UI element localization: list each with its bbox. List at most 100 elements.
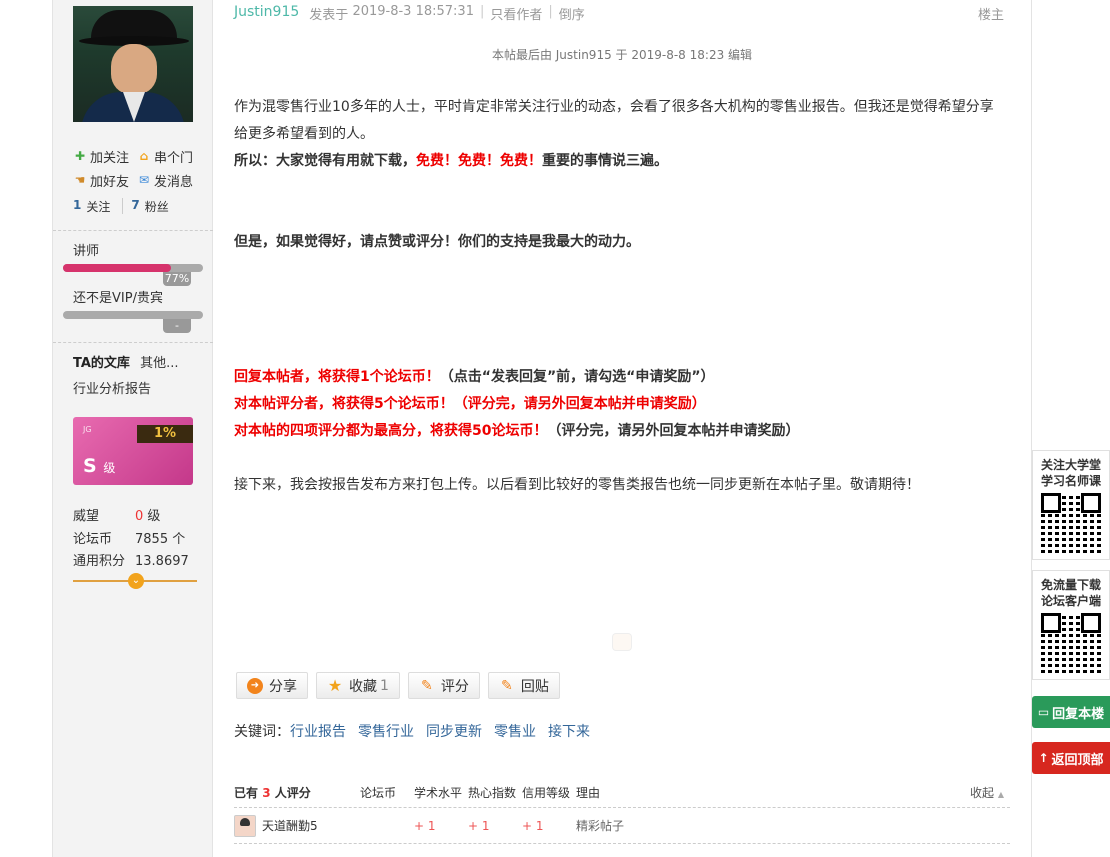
text-span: 人评分 <box>274 786 311 800</box>
keywords-label: 关键词： <box>234 724 290 740</box>
table-row: 天道酬勤5 + 1 + 1 + 1 精彩帖子 <box>234 808 1010 844</box>
post-content: 作为混零售行业10多年的人士，平时肯定非常关注行业的动态，会看了很多各大机构的零… <box>234 94 1004 499</box>
card-grade: S 级 <box>83 455 115 477</box>
library-more-link[interactable]: 其他... <box>140 356 178 371</box>
visit-button[interactable]: ⌂ 串个门 <box>137 147 193 166</box>
post-paragraph: 作为混零售行业10多年的人士，平时肯定非常关注行业的动态，会看了很多各大机构的零… <box>234 99 994 142</box>
text-span: 已有 <box>234 786 259 800</box>
reward-line: 回复本帖者，将获得1个论坛币！（点击“发表回复”前，请勾选“申请奖励”） <box>234 364 1004 391</box>
share-icon: ➜ <box>247 677 263 694</box>
keyword-link[interactable]: 接下来 <box>548 721 590 741</box>
rating-summary: 已有 3 人评分 <box>234 784 360 801</box>
chevron-down-icon[interactable]: ⌄ <box>128 573 144 589</box>
rating-table: 已有 3 人评分 论坛币 学术水平 热心指数 信用等级 理由 收起 ▲ 天道酬勤… <box>234 778 1010 844</box>
reply-floor-label: 回复本楼 <box>1052 706 1105 722</box>
post-paragraph: 接下来，我会按报告发布方来打包上传。以后看到比较好的零售类报告也统一同步更新在本… <box>234 477 920 493</box>
star-icon: ★ <box>327 675 343 695</box>
follow-button[interactable]: ✚ 加关注 <box>73 147 129 166</box>
rating-count: 3 <box>262 786 271 800</box>
vip-progress-pct: - <box>163 319 191 333</box>
stat-key: 威望 <box>73 509 100 524</box>
collapse-button[interactable]: 收起 ▲ <box>970 784 1004 801</box>
add-friend-button[interactable]: ☚ 加好友 <box>73 171 129 190</box>
stat-unit: 个 <box>172 531 186 547</box>
share-label: 分享 <box>269 678 297 695</box>
back-to-top-label: 返回顶部 <box>1051 752 1104 768</box>
keyword-link[interactable]: 零售行业 <box>358 721 414 741</box>
favorite-label: 收藏 <box>349 678 377 695</box>
handshake-icon: ☚ <box>74 173 86 187</box>
vip-label: 还不是VIP/贵宾 <box>73 291 163 306</box>
post-paragraph: 所以：大家觉得有用就下载，免费！免费！免费！重要的事情说三遍。 <box>234 148 1004 175</box>
level-progress-pct: 77% <box>163 272 191 286</box>
follow-counts: 1 关注 7 粉丝 <box>73 198 169 215</box>
stat-row: 通用积分 13.8697 <box>73 551 189 574</box>
author-name[interactable]: Justin915 <box>234 4 299 23</box>
keywords: 关键词： 行业报告 零售行业 同步更新 零售业 接下来 <box>234 721 602 741</box>
library-header: TA的文库 其他... <box>73 352 178 371</box>
keyword-link[interactable]: 行业报告 <box>290 721 346 741</box>
reply-label: 回贴 <box>520 678 549 695</box>
stat-value: 13.8697 <box>135 554 189 569</box>
add-friend-label: 加好友 <box>90 174 130 190</box>
divider <box>53 230 213 231</box>
favorite-button[interactable]: ★ 收藏 1 <box>316 672 400 699</box>
level-progress-fill <box>63 264 171 272</box>
stat-row: 威望 0 级 <box>73 506 189 529</box>
reply-floor-button[interactable]: ▭ 回复本楼 <box>1032 696 1110 728</box>
divider <box>53 342 213 343</box>
stat-row: 论坛币 7855 个 <box>73 529 189 552</box>
post-actions: ➜ 分享 ★ 收藏 1 ✎ 评分 ✎ 回贴 <box>236 672 568 699</box>
rater-name: 天道酬勤5 <box>262 819 318 833</box>
qr-box-course[interactable]: 关注大学堂学习名师课 <box>1032 450 1110 560</box>
share-button[interactable]: ➜ 分享 <box>236 672 308 699</box>
academic-score: + 1 <box>414 818 436 833</box>
reverse-order-link[interactable]: 倒序 <box>559 4 585 23</box>
fans-label[interactable]: 粉丝 <box>145 198 169 215</box>
message-label: 发消息 <box>154 174 194 190</box>
visit-label: 串个门 <box>154 150 194 166</box>
rating-reason: 精彩帖子 <box>576 819 625 833</box>
floor-label: 楼主 <box>977 8 1004 23</box>
qr-code-icon <box>1041 493 1101 553</box>
rate-button[interactable]: ✎ 评分 <box>407 672 480 699</box>
arrow-up-icon: ↑ <box>1038 751 1049 765</box>
divider <box>122 198 124 214</box>
follow-label: 加关注 <box>90 150 130 166</box>
author-avatar[interactable] <box>73 6 193 122</box>
back-to-top-button[interactable]: ↑ 返回顶部 <box>1032 742 1110 774</box>
library-item-link[interactable]: 行业分析报告 <box>73 378 151 397</box>
card-grade-letter: S <box>83 455 97 477</box>
text-span: 回复本帖者，将获得1个论坛币！ <box>234 369 440 385</box>
reply-button[interactable]: ✎ 回贴 <box>487 672 560 699</box>
posted-label: 发表于 <box>309 8 349 23</box>
stat-key: 通用积分 <box>73 554 126 569</box>
text-span: 所以：大家觉得有用就下载， <box>234 153 416 169</box>
text-span: （点击“发表回复”前，请勾选“申请奖励”） <box>439 369 715 385</box>
keyword-link[interactable]: 同步更新 <box>426 721 482 741</box>
stat-value: 0 <box>135 509 144 524</box>
keyword-link[interactable]: 零售业 <box>494 721 536 741</box>
following-label[interactable]: 关注 <box>86 198 110 215</box>
text-span: 重要的事情说三遍。 <box>542 153 668 169</box>
user-stats: 威望 0 级 论坛币 7855 个 通用积分 13.8697 <box>73 506 189 574</box>
avatar <box>234 814 256 837</box>
post-header: Justin915 发表于 2019-8-3 18:57:31 | 只看作者 |… <box>234 4 1004 23</box>
qr-box-app[interactable]: 免流量下载论坛客户端 <box>1032 570 1110 680</box>
level-progress-bar <box>63 264 203 272</box>
post-paragraph: 但是，如果觉得好，请点赞或评分！你们的支持是我最大的动力。 <box>234 234 640 250</box>
following-count[interactable]: 1 <box>73 198 81 215</box>
pencil-icon: ✎ <box>501 677 513 694</box>
page: ✚ 加关注 ⌂ 串个门 ☚ 加好友 ✉ 发消息 1 关注 7 粉丝 讲师 77% 还不是… <box>0 0 1110 857</box>
home-icon: ⌂ <box>139 149 149 163</box>
reward-line: 对本帖评分者，将获得5个论坛币！（评分完，请另外回复本帖并申请奖励） <box>234 396 706 412</box>
rater[interactable]: 天道酬勤5 <box>234 814 414 837</box>
plus-icon: ✚ <box>74 149 86 163</box>
edited-note: 本帖最后由 Justin915 于 2019-8-8 18:23 编辑 <box>491 48 753 62</box>
qr-box-title: 关注大学堂学习名师课 <box>1040 458 1101 488</box>
fans-count[interactable]: 7 <box>131 198 139 215</box>
card-grade-suffix: 级 <box>103 461 116 475</box>
message-button[interactable]: ✉ 发消息 <box>137 171 193 190</box>
only-author-link[interactable]: 只看作者 <box>490 4 542 23</box>
